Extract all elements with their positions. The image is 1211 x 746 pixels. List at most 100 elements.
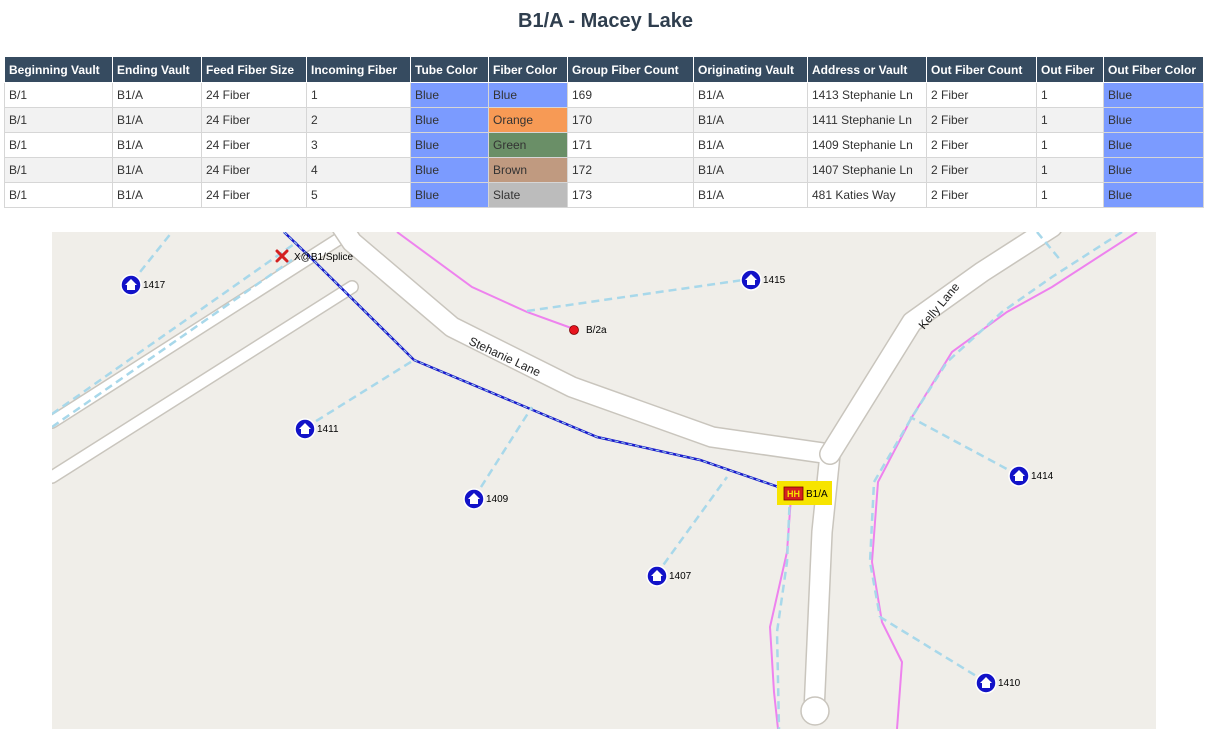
drop-line xyxy=(131,232,173,283)
table-cell: 24 Fiber xyxy=(201,82,307,108)
out-fiber-color-cell: Blue xyxy=(1103,132,1204,158)
column-header[interactable]: Address or Vault xyxy=(807,56,927,83)
hh-badge-text: HH xyxy=(787,489,800,499)
table-cell: 2 Fiber xyxy=(926,107,1037,133)
map-view[interactable]: X@B1/Splice B/2a Stehanie Lane Kelly Lan… xyxy=(52,232,1156,729)
column-header[interactable]: Beginning Vault xyxy=(4,56,113,83)
house-label: 1411 xyxy=(317,424,339,435)
table-cell: B1/A xyxy=(693,132,808,158)
drop-layer xyxy=(52,232,1123,729)
column-header[interactable]: Fiber Color xyxy=(488,56,568,83)
table-cell: 173 xyxy=(567,182,694,208)
table-cell: 2 xyxy=(306,107,411,133)
table-row: B/1 B1/A 24 Fiber 4 Blue Brown 172 B1/A … xyxy=(4,157,1204,183)
tube-color-cell: Blue xyxy=(410,182,489,208)
house-marker-1409[interactable]: 1409 xyxy=(463,488,509,510)
table-cell: B1/A xyxy=(693,182,808,208)
drop-line xyxy=(304,358,415,430)
table-row: B/1 B1/A 24 Fiber 3 Blue Green 171 B1/A … xyxy=(4,132,1204,158)
table-cell: 1 xyxy=(1036,182,1104,208)
out-fiber-color-cell: Blue xyxy=(1103,182,1204,208)
tube-color-cell: Blue xyxy=(410,107,489,133)
house-label: 1414 xyxy=(1031,471,1054,482)
tube-color-cell: Blue xyxy=(410,82,489,108)
table-cell: 24 Fiber xyxy=(201,157,307,183)
table-cell: 3 xyxy=(306,132,411,158)
road-layer xyxy=(52,232,1062,726)
column-header[interactable]: Out Fiber Color xyxy=(1103,56,1204,83)
road-edge xyxy=(52,232,359,484)
table-cell: 1 xyxy=(306,82,411,108)
house-marker-1415[interactable]: 1415 xyxy=(740,269,786,291)
house-label: 1409 xyxy=(486,494,509,505)
map-canvas[interactable]: X@B1/Splice B/2a Stehanie Lane Kelly Lan… xyxy=(52,232,1156,729)
house-marker-1417[interactable]: 1417 xyxy=(120,274,166,296)
table-cell: B1/A xyxy=(693,107,808,133)
table-row: B/1 B1/A 24 Fiber 5 Blue Slate 173 B1/A … xyxy=(4,182,1204,208)
table-cell: 1413 Stephanie Ln xyxy=(807,82,927,108)
column-header[interactable]: Originating Vault xyxy=(693,56,808,83)
table-cell: 169 xyxy=(567,82,694,108)
splice-marker[interactable]: X@B1/Splice xyxy=(275,249,354,263)
table-row: B/1 B1/A 24 Fiber 2 Blue Orange 170 B1/A… xyxy=(4,107,1204,133)
drop-line xyxy=(52,240,298,416)
fiber-color-cell: Slate xyxy=(488,182,568,208)
handhole-b1a[interactable]: HH B1/A xyxy=(777,481,832,505)
column-header[interactable]: Out Fiber xyxy=(1036,56,1104,83)
column-header[interactable]: Group Fiber Count xyxy=(567,56,694,83)
drop-line xyxy=(526,277,751,313)
table-cell: 1409 Stephanie Ln xyxy=(807,132,927,158)
drop-line xyxy=(909,415,1019,477)
house-marker-1414[interactable]: 1414 xyxy=(1008,465,1054,487)
table-cell: B1/A xyxy=(693,157,808,183)
road-edge xyxy=(819,232,1062,465)
fiber-color-cell: Green xyxy=(488,132,568,158)
tube-color-cell: Blue xyxy=(410,132,489,158)
table-cell: 2 Fiber xyxy=(926,82,1037,108)
fiber-color-cell: Brown xyxy=(488,157,568,183)
pink-conduit xyxy=(870,232,1138,729)
house-marker-1407[interactable]: 1407 xyxy=(646,565,692,587)
table-cell: 170 xyxy=(567,107,694,133)
table-cell: 1 xyxy=(1036,82,1104,108)
vault-dot-icon[interactable] xyxy=(569,325,579,335)
table-cell: 2 Fiber xyxy=(926,182,1037,208)
column-header[interactable]: Feed Fiber Size xyxy=(201,56,307,83)
drop-line xyxy=(654,476,729,576)
table-cell: 1407 Stephanie Ln xyxy=(807,157,927,183)
vault-b2a[interactable]: B/2a xyxy=(569,325,608,336)
column-header[interactable]: Out Fiber Count xyxy=(926,56,1037,83)
house-label: 1410 xyxy=(998,678,1021,689)
cul-de-sac xyxy=(800,696,830,726)
fiber-color-cell: Blue xyxy=(488,82,568,108)
table-cell: B/1 xyxy=(4,157,113,183)
table-cell: 171 xyxy=(567,132,694,158)
house-label: 1407 xyxy=(669,571,692,582)
table-cell: B1/A xyxy=(693,82,808,108)
house-marker-1410[interactable]: 1410 xyxy=(975,672,1021,694)
table-cell: B1/A xyxy=(112,132,202,158)
table-cell: 172 xyxy=(567,157,694,183)
fiber-table: Beginning Vault Ending Vault Feed Fiber … xyxy=(4,56,1204,208)
page-title: B1/A - Macey Lake xyxy=(518,10,693,32)
out-fiber-color-cell: Blue xyxy=(1103,157,1204,183)
table-cell: 1411 Stephanie Ln xyxy=(807,107,927,133)
table-cell: B/1 xyxy=(4,182,113,208)
column-header[interactable]: Incoming Fiber xyxy=(306,56,411,83)
table-cell: 1 xyxy=(1036,107,1104,133)
tube-color-cell: Blue xyxy=(410,157,489,183)
table-cell: 24 Fiber xyxy=(201,107,307,133)
table-cell: 1 xyxy=(1036,157,1104,183)
road-stehanie-lane xyxy=(333,232,840,722)
table-cell: B/1 xyxy=(4,132,113,158)
vault-b2a-label: B/2a xyxy=(586,325,607,336)
splice-label: X@B1/Splice xyxy=(294,252,354,263)
table-cell: 24 Fiber xyxy=(201,132,307,158)
table-cell: B/1 xyxy=(4,107,113,133)
table-cell: B1/A xyxy=(112,82,202,108)
column-header[interactable]: Ending Vault xyxy=(112,56,202,83)
house-label: 1415 xyxy=(763,275,786,286)
table-cell: 4 xyxy=(306,157,411,183)
table-cell: 2 Fiber xyxy=(926,132,1037,158)
column-header[interactable]: Tube Color xyxy=(410,56,489,83)
